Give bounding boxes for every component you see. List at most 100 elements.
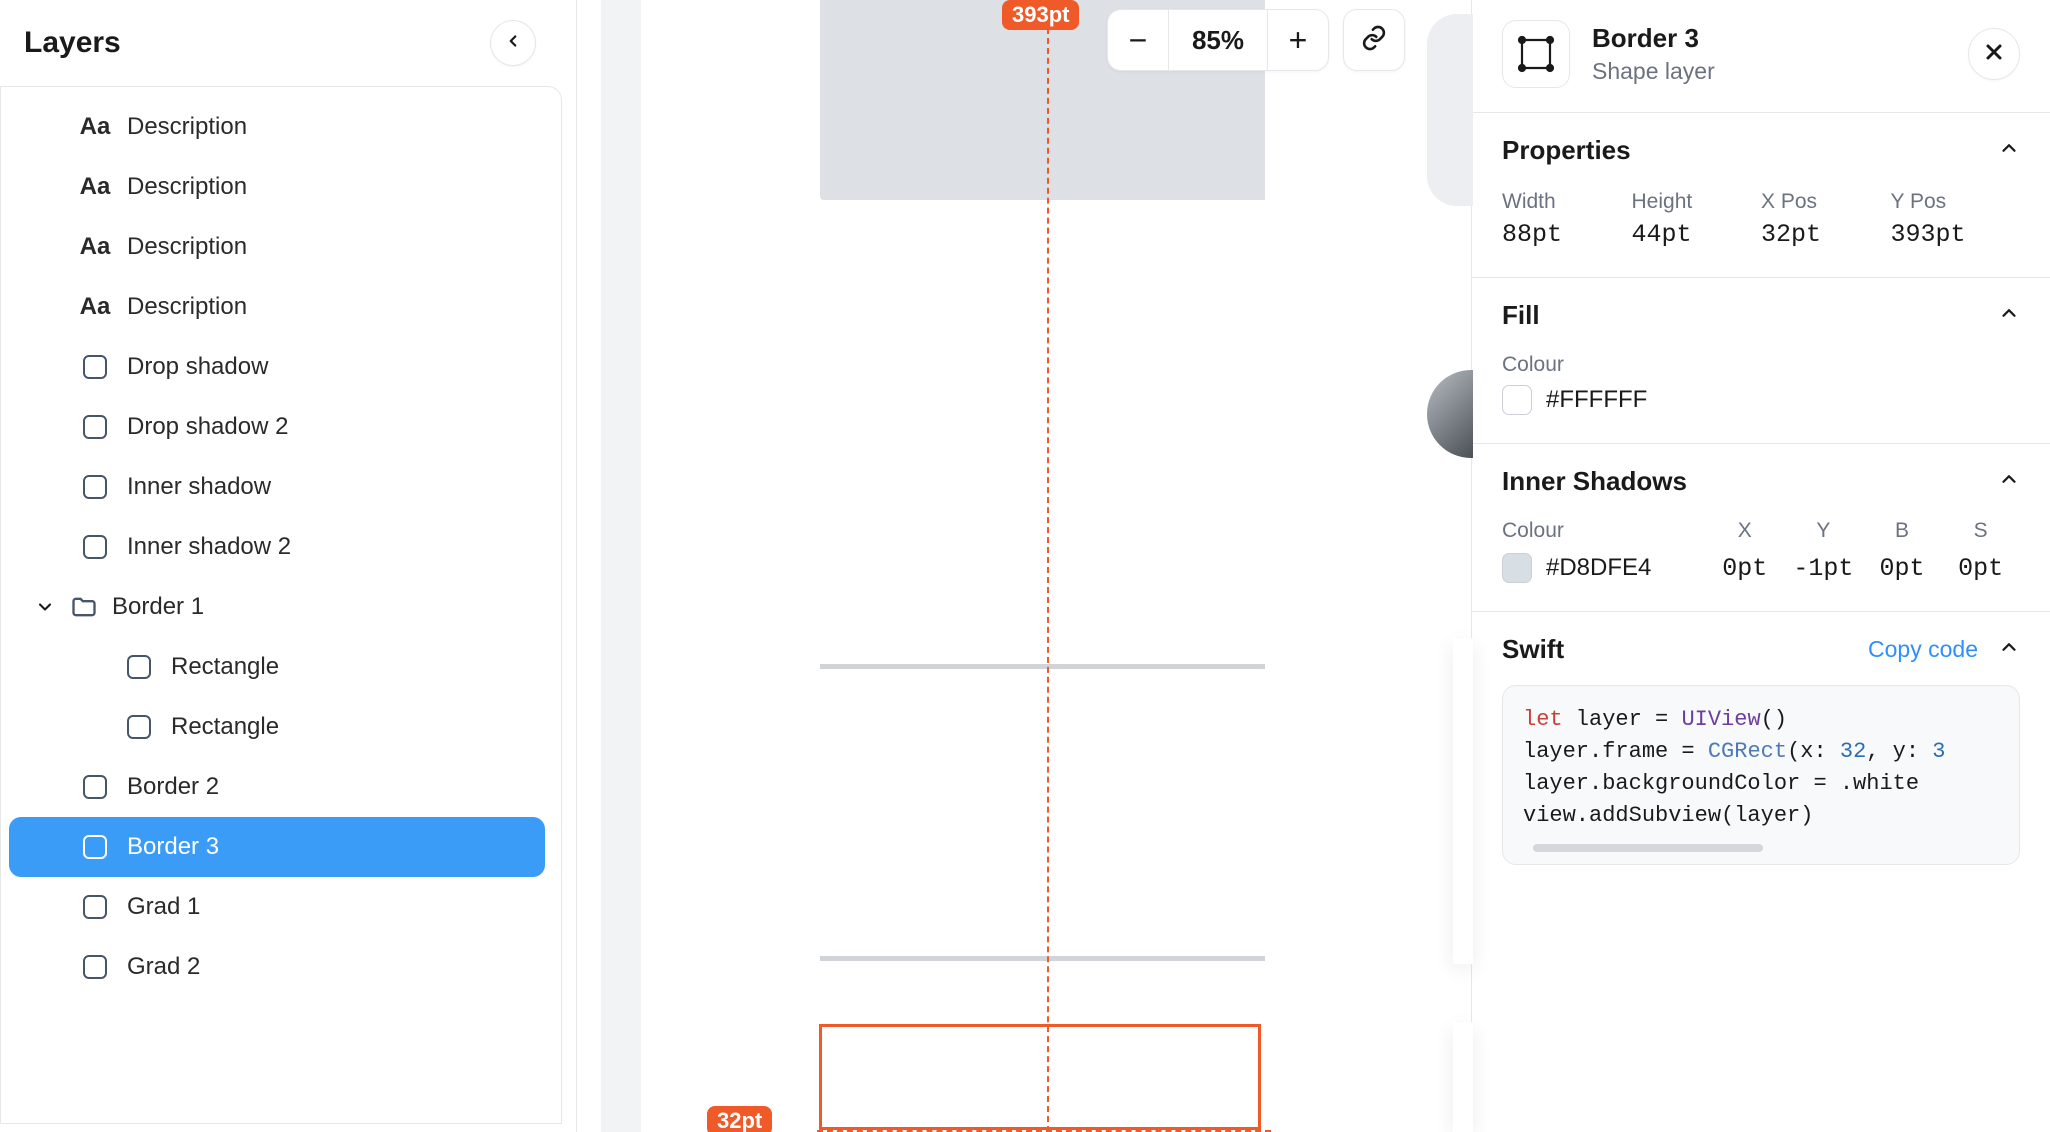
shape-layer-icon	[81, 833, 109, 861]
code-token: (x:	[1787, 739, 1840, 764]
canvas-divider	[820, 664, 1265, 669]
canvas-art-edge	[1453, 1022, 1473, 1132]
canvas-divider	[820, 956, 1265, 961]
shadow-x-value[interactable]: 0pt	[1706, 554, 1785, 583]
link-icon	[1360, 24, 1388, 57]
prop-width-value[interactable]: 88pt	[1502, 220, 1632, 249]
layer-label: Grad 1	[127, 893, 200, 921]
shadow-s-label: S	[1941, 519, 2020, 543]
layers-sidebar: Layers Aa Description Aa Description Aa …	[0, 0, 577, 1132]
layer-label: Rectangle	[171, 653, 279, 681]
shape-layer-icon	[125, 653, 153, 681]
layer-item[interactable]: Inner shadow 2	[9, 517, 545, 577]
code-token: view.addSubview(layer)	[1523, 803, 1813, 828]
layer-label: Description	[127, 233, 247, 261]
zoom-toolbar: − 85% +	[1107, 9, 1405, 71]
inspector-panel: Border 3 Shape layer Properties Width He…	[1472, 0, 2050, 1132]
canvas-ruler-strip	[601, 0, 641, 1132]
inspector-subtitle: Shape layer	[1592, 58, 1946, 85]
shadow-colour-value[interactable]: #D8DFE4	[1546, 554, 1651, 582]
layer-item[interactable]: Grad 1	[9, 877, 545, 937]
shadow-y-value[interactable]: -1pt	[1784, 554, 1863, 583]
shadow-b-label: B	[1863, 519, 1942, 543]
zoom-value[interactable]: 85%	[1168, 9, 1268, 71]
layer-item[interactable]: Inner shadow	[9, 457, 545, 517]
text-layer-icon: Aa	[81, 233, 109, 261]
shape-layer-icon	[81, 953, 109, 981]
layer-label: Border 1	[112, 593, 204, 621]
code-token: CGRect	[1708, 739, 1787, 764]
layer-label: Description	[127, 173, 247, 201]
layer-item[interactable]: Border 2	[9, 757, 545, 817]
shadow-y-label: Y	[1784, 519, 1863, 543]
section-header-code[interactable]: Swift Copy code	[1502, 634, 2020, 665]
layer-item[interactable]: Aa Description	[9, 217, 545, 277]
fill-colour-swatch[interactable]	[1502, 385, 1532, 415]
zoom-in-button[interactable]: +	[1268, 10, 1328, 70]
section-title: Properties	[1502, 135, 1631, 166]
section-header-fill[interactable]: Fill	[1502, 300, 2020, 331]
close-inspector-button[interactable]	[1968, 28, 2020, 80]
layers-list: Aa Description Aa Description Aa Descrip…	[0, 86, 562, 1124]
layer-item[interactable]: Aa Description	[9, 97, 545, 157]
shape-layer-icon	[81, 353, 109, 381]
code-token: 32	[1840, 739, 1866, 764]
shadow-colour-swatch[interactable]	[1502, 553, 1532, 583]
layer-label: Description	[127, 293, 247, 321]
shadow-s-value[interactable]: 0pt	[1941, 554, 2020, 583]
close-icon	[1982, 40, 2006, 69]
code-token: layer =	[1563, 707, 1682, 732]
layer-item[interactable]: Aa Description	[9, 157, 545, 217]
prop-ypos-label: Y Pos	[1891, 190, 2021, 214]
prop-height-value[interactable]: 44pt	[1632, 220, 1762, 249]
layer-item[interactable]: Drop shadow	[9, 337, 545, 397]
shape-layer-icon	[81, 533, 109, 561]
layer-item[interactable]: Rectangle	[9, 637, 545, 697]
layer-item-selected[interactable]: Border 3	[9, 817, 545, 877]
dimension-label-bottom: 32pt	[707, 1106, 772, 1132]
design-canvas[interactable]: 393pt 32pt − 85% +	[577, 0, 1472, 1132]
fill-section: Fill Colour #FFFFFF	[1472, 278, 2050, 444]
collapse-sidebar-button[interactable]	[490, 20, 536, 66]
zoom-out-button[interactable]: −	[1108, 10, 1168, 70]
layer-label: Inner shadow	[127, 473, 271, 501]
properties-section: Properties Width Height X Pos Y Pos 88pt…	[1472, 113, 2050, 278]
code-scrollbar[interactable]	[1533, 844, 1763, 852]
shadow-b-value[interactable]: 0pt	[1863, 554, 1942, 583]
guide-vertical	[1047, 18, 1049, 1132]
layer-type-icon	[1502, 20, 1570, 88]
fill-colour-value[interactable]: #FFFFFF	[1546, 386, 1647, 414]
chevron-left-icon	[504, 32, 522, 55]
folder-icon	[70, 593, 98, 621]
text-layer-icon: Aa	[81, 173, 109, 201]
section-title: Swift	[1502, 634, 1564, 665]
prop-xpos-label: X Pos	[1761, 190, 1891, 214]
code-block[interactable]: let layer = UIView() layer.frame = CGRec…	[1502, 685, 2020, 865]
layer-label: Description	[127, 113, 247, 141]
layer-item[interactable]: Rectangle	[9, 697, 545, 757]
prop-ypos-value[interactable]: 393pt	[1891, 220, 2021, 249]
dimension-label-top: 393pt	[1002, 0, 1079, 30]
layer-label: Border 2	[127, 773, 219, 801]
section-header-properties[interactable]: Properties	[1502, 135, 2020, 166]
copy-code-button[interactable]: Copy code	[1868, 636, 1978, 663]
layer-label: Drop shadow	[127, 353, 268, 381]
inspector-header: Border 3 Shape layer	[1472, 0, 2050, 113]
chevron-down-icon[interactable]	[34, 597, 56, 617]
canvas-art-edge	[1427, 370, 1473, 458]
prop-xpos-value[interactable]: 32pt	[1761, 220, 1891, 249]
code-token: layer.frame =	[1523, 739, 1708, 764]
code-token: let	[1523, 707, 1563, 732]
layer-label: Drop shadow 2	[127, 413, 288, 441]
layer-group[interactable]: Border 1	[9, 577, 545, 637]
code-token: , y:	[1866, 739, 1932, 764]
layer-item[interactable]: Aa Description	[9, 277, 545, 337]
layer-item[interactable]: Drop shadow 2	[9, 397, 545, 457]
shape-layer-icon	[81, 773, 109, 801]
section-header-inner-shadows[interactable]: Inner Shadows	[1502, 466, 2020, 497]
layer-item[interactable]: Grad 2	[9, 937, 545, 997]
canvas-art-edge	[1427, 14, 1473, 206]
selection-outline[interactable]	[819, 1024, 1261, 1130]
share-link-button[interactable]	[1343, 9, 1405, 71]
canvas-art-edge	[1453, 638, 1473, 964]
